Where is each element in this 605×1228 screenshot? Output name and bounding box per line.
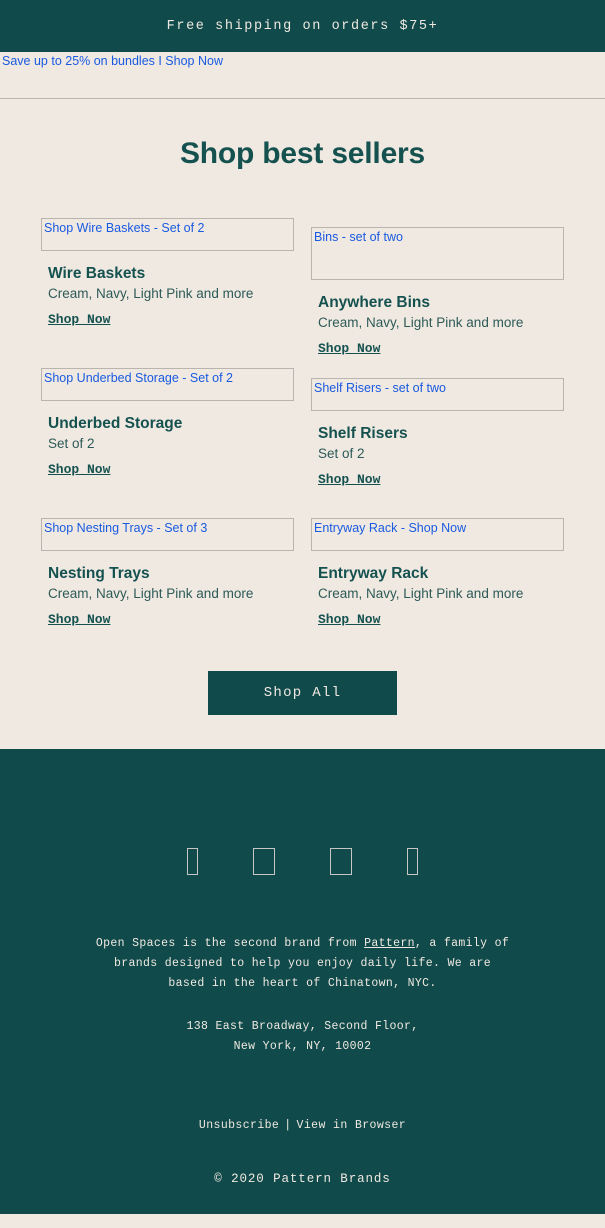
- product-grid: Shop Wire Baskets - Set of 2 Wire Basket…: [0, 218, 605, 638]
- product-row: Shop Nesting Trays - Set of 3 Nesting Tr…: [41, 518, 564, 638]
- footer-links-separator: |: [284, 1119, 292, 1132]
- product-name: Nesting Trays: [48, 565, 150, 582]
- announcement-text: Free shipping on orders $75+: [166, 18, 439, 34]
- product-image-shelf-risers[interactable]: Shelf Risers - set of two: [311, 378, 564, 411]
- product-shop-now-link[interactable]: Shop Now: [48, 462, 110, 477]
- product-description: Set of 2: [318, 446, 365, 461]
- product-card-underbed-storage[interactable]: Shop Underbed Storage - Set of 2 Underbe…: [41, 368, 294, 478]
- product-image-entryway-rack[interactable]: Entryway Rack - Shop Now: [311, 518, 564, 551]
- social-icons-row: [0, 845, 605, 877]
- product-description: Cream, Navy, Light Pink and more: [318, 586, 524, 601]
- view-in-browser-link[interactable]: View in Browser: [297, 1119, 407, 1132]
- cta-container: Shop All: [0, 671, 605, 749]
- product-image-alt-text: Shelf Risers - set of two: [314, 381, 446, 395]
- product-shop-now-link[interactable]: Shop Now: [48, 612, 110, 627]
- social-icon-3-missing-glyph-icon[interactable]: [330, 847, 352, 875]
- product-description: Cream, Navy, Light Pink and more: [318, 315, 524, 330]
- main-content: Shop best sellers Shop Wire Baskets - Se…: [0, 99, 605, 749]
- social-icon-1-missing-glyph-icon[interactable]: [187, 847, 198, 875]
- product-description: Cream, Navy, Light Pink and more: [48, 286, 254, 301]
- product-shop-now-link[interactable]: Shop Now: [48, 312, 110, 327]
- announcement-bar: Free shipping on orders $75+: [0, 0, 605, 52]
- product-row: Shop Underbed Storage - Set of 2 Underbe…: [41, 368, 564, 518]
- product-card-entryway-rack[interactable]: Entryway Rack - Shop Now Entryway Rack C…: [311, 518, 564, 628]
- promo-banner-image[interactable]: Save up to 25% on bundles I Shop Now: [0, 52, 605, 99]
- product-image-alt-text: Shop Nesting Trays - Set of 3: [44, 521, 208, 535]
- pattern-brand-link[interactable]: Pattern: [364, 937, 415, 950]
- social-icon-4-missing-glyph-icon[interactable]: [407, 847, 418, 875]
- product-description: Cream, Navy, Light Pink and more: [48, 586, 254, 601]
- product-image-alt-text: Shop Wire Baskets - Set of 2: [44, 221, 205, 235]
- product-shop-now-link[interactable]: Shop Now: [318, 341, 380, 356]
- product-name: Wire Baskets: [48, 265, 146, 282]
- product-shop-now-link[interactable]: Shop Now: [318, 472, 380, 487]
- product-image-alt-text: Bins - set of two: [314, 230, 403, 244]
- footer-blurb-text-1: Open Spaces is the second brand from: [95, 937, 365, 950]
- product-card-anywhere-bins[interactable]: Bins - set of two Anywhere Bins Cream, N…: [311, 227, 564, 357]
- product-name: Anywhere Bins: [318, 294, 430, 311]
- footer: Open Spaces is the second brand from Pat…: [0, 749, 605, 1214]
- product-card-shelf-risers[interactable]: Shelf Risers - set of two Shelf Risers S…: [311, 378, 564, 488]
- address-line-2: New York, NY, 10002: [233, 1040, 372, 1053]
- footer-address: 138 East Broadway, Second Floor, New Yor…: [0, 1017, 605, 1057]
- promo-banner-alt-text: Save up to 25% on bundles I Shop Now: [2, 54, 223, 68]
- product-image-underbed-storage[interactable]: Shop Underbed Storage - Set of 2: [41, 368, 294, 401]
- product-image-wire-baskets[interactable]: Shop Wire Baskets - Set of 2: [41, 218, 294, 251]
- unsubscribe-link[interactable]: Unsubscribe: [199, 1119, 279, 1132]
- product-card-wire-baskets[interactable]: Shop Wire Baskets - Set of 2 Wire Basket…: [41, 218, 294, 328]
- product-name: Shelf Risers: [318, 425, 408, 442]
- product-row: Shop Wire Baskets - Set of 2 Wire Basket…: [41, 218, 564, 368]
- product-card-nesting-trays[interactable]: Shop Nesting Trays - Set of 3 Nesting Tr…: [41, 518, 294, 628]
- product-name: Underbed Storage: [48, 415, 183, 432]
- product-description: Set of 2: [48, 436, 95, 451]
- product-name: Entryway Rack: [318, 565, 429, 582]
- page-title: Shop best sellers: [179, 137, 426, 170]
- product-image-alt-text: Entryway Rack - Shop Now: [314, 521, 467, 535]
- footer-brand-blurb: Open Spaces is the second brand from Pat…: [93, 934, 513, 994]
- product-image-anywhere-bins[interactable]: Bins - set of two: [311, 227, 564, 280]
- product-shop-now-link[interactable]: Shop Now: [318, 612, 380, 627]
- product-image-nesting-trays[interactable]: Shop Nesting Trays - Set of 3: [41, 518, 294, 551]
- product-image-alt-text: Shop Underbed Storage - Set of 2: [44, 371, 234, 385]
- address-line-1: 138 East Broadway, Second Floor,: [186, 1020, 419, 1033]
- footer-links-row: Unsubscribe | View in Browser: [0, 1119, 605, 1132]
- shop-all-button[interactable]: Shop All: [208, 671, 397, 715]
- copyright-text: © 2020 Pattern Brands: [214, 1172, 391, 1186]
- social-icon-2-missing-glyph-icon[interactable]: [253, 847, 275, 875]
